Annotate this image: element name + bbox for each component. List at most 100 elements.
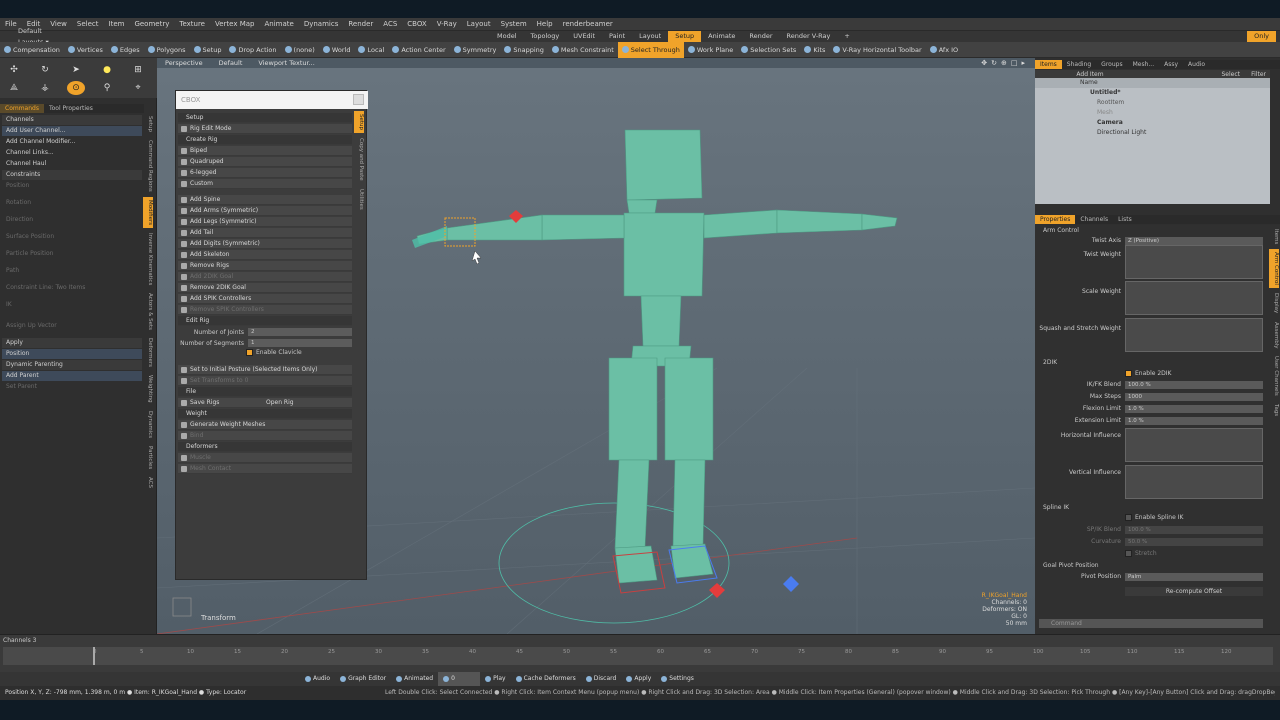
menu-render[interactable]: Render <box>343 18 378 31</box>
scene-item-light[interactable]: Directional Light <box>1035 128 1270 138</box>
menu-system[interactable]: System <box>496 18 532 31</box>
toolbar-edges[interactable]: Edges <box>107 42 144 58</box>
rotate-tool-icon[interactable]: ↻ <box>36 63 54 77</box>
item-tab-groups[interactable]: Groups <box>1096 60 1127 69</box>
menu-acs[interactable]: ACS <box>378 18 402 31</box>
cbox-remove-2dik-goal[interactable]: Remove 2DIK Goal <box>178 283 352 293</box>
transport-cache-deformers[interactable]: Cache Deformers <box>511 672 581 686</box>
left-vtab-acs[interactable]: ACS <box>143 474 153 491</box>
cbox-quadruped[interactable]: Quadruped <box>178 157 352 167</box>
toolbar-drop-action[interactable]: Drop Action <box>225 42 280 58</box>
menu-renderbeamer[interactable]: renderbeamer <box>558 18 618 31</box>
left-vtab-deformers[interactable]: Deformers <box>143 335 153 370</box>
cbox-generate-weight-meshes[interactable]: Generate Weight Meshes <box>178 420 352 430</box>
cbox-close-button[interactable] <box>353 94 364 105</box>
vertical-influence-curve[interactable] <box>1125 465 1263 499</box>
item-tab-items[interactable]: Items <box>1035 60 1062 69</box>
layout-tab-model[interactable]: Model <box>490 31 524 42</box>
command-channel-haul[interactable]: Channel Haul <box>2 159 142 169</box>
layout-tab-uvedit[interactable]: UVEdit <box>566 31 602 42</box>
3d-viewport[interactable]: Perspective Default Viewport Textur... ✥… <box>157 58 1035 634</box>
cbox-rig-edit-mode[interactable]: Rig Edit Mode <box>178 124 352 134</box>
command-ik[interactable]: IK <box>2 300 142 310</box>
command-position[interactable]: Position <box>2 181 142 191</box>
twist-axis-dropdown[interactable]: Z (Positive) <box>1125 237 1263 245</box>
command-particle-position[interactable]: Particle Position <box>2 249 142 259</box>
item-tab-mesh[interactable]: Mesh... <box>1128 60 1160 69</box>
cbox-enable-clavicle-checkbox[interactable] <box>246 349 253 356</box>
cbox-add-spine[interactable]: Add Spine <box>178 195 352 205</box>
menu-vertex-map[interactable]: Vertex Map <box>210 18 260 31</box>
menu-help[interactable]: Help <box>532 18 558 31</box>
viewport-rotate-icon[interactable]: ↻ <box>991 59 997 67</box>
menu-layout[interactable]: Layout <box>462 18 496 31</box>
left-vtab-setup[interactable]: Setup <box>143 113 153 135</box>
toolbar-setup[interactable]: Setup <box>190 42 226 58</box>
light-tool-icon[interactable]: ● <box>98 63 116 77</box>
menu-cbox[interactable]: CBOX <box>402 18 431 31</box>
command-add-user-channel[interactable]: Add User Channel... <box>2 126 142 136</box>
toolbar-symmetry[interactable]: Symmetry <box>450 42 501 58</box>
menu-dynamics[interactable]: Dynamics <box>299 18 344 31</box>
cbox-add-tail[interactable]: Add Tail <box>178 228 352 238</box>
command-add-parent[interactable]: Add Parent <box>2 371 142 381</box>
grid-tool-icon[interactable]: ⊞ <box>129 63 147 77</box>
toolbar-afx-io[interactable]: Afx IO <box>926 42 962 58</box>
layout-tab-render-v-ray[interactable]: Render V-Ray <box>780 31 838 42</box>
timeline[interactable]: Channels 3 05101520253035404550556065707… <box>0 634 1280 672</box>
toolbar-world[interactable]: World <box>319 42 355 58</box>
left-tab-commands[interactable]: Commands <box>0 104 44 113</box>
toolbar-kits[interactable]: Kits <box>800 42 829 58</box>
scene-item-rootitem[interactable]: RootItem <box>1035 98 1270 108</box>
left-vtab-inverse-kinematics[interactable]: Inverse Kinematics <box>143 230 153 288</box>
skeleton-tool-icon[interactable]: ⚶ <box>36 81 54 95</box>
command-input[interactable]: Command <box>1039 619 1263 628</box>
layout-tab-layout[interactable]: Layout <box>632 31 668 42</box>
max-steps-field[interactable]: 1000 <box>1125 393 1263 401</box>
toolbar-compensation[interactable]: Compensation <box>0 42 64 58</box>
command-constraint-line-two-items[interactable]: Constraint Line: Two Items <box>2 283 142 293</box>
right-vtab-display[interactable]: Display <box>1269 290 1279 316</box>
cbox-remove-rigs[interactable]: Remove Rigs <box>178 261 352 271</box>
cbox-vtab-utilities[interactable]: Utilities <box>354 186 364 213</box>
cbox-muscle[interactable]: Muscle <box>178 453 352 463</box>
cbox-vtab-copy-and-paste[interactable]: Copy and Paste <box>354 135 364 184</box>
cbox-save-rigs[interactable]: Save Rigs Open Rig <box>178 398 352 408</box>
cbox-mesh-contact[interactable]: Mesh Contact <box>178 464 352 474</box>
prop-tab-lists[interactable]: Lists <box>1113 215 1137 224</box>
toolbar-selection-sets[interactable]: Selection Sets <box>737 42 800 58</box>
viewport-maximize-icon[interactable]: □ <box>1011 59 1018 67</box>
cbox-add-spik-controllers[interactable]: Add SPIK Controllers <box>178 294 352 304</box>
add-item-button[interactable]: Add Item <box>1040 71 1140 78</box>
curvature-field[interactable]: 50.0 % <box>1125 538 1263 546</box>
view-type-dropdown[interactable]: Perspective <box>157 58 211 68</box>
transport-apply[interactable]: Apply <box>621 672 656 686</box>
cbox-remove-spik-controllers[interactable]: Remove SPIK Controllers <box>178 305 352 315</box>
left-vtab-dynamics[interactable]: Dynamics <box>143 408 153 441</box>
left-vtab-weighting[interactable]: Weighting <box>143 372 153 406</box>
cbox-number-of-joints-field[interactable]: 2 <box>248 328 352 336</box>
pivot-position-dropdown[interactable]: Palm <box>1125 573 1263 581</box>
right-vtab-arm-control[interactable]: Arm Control <box>1269 249 1279 289</box>
flexion-limit-field[interactable]: 1.0 % <box>1125 405 1263 413</box>
layout-tab-topology[interactable]: Topology <box>524 31 567 42</box>
left-vtab-modifiers[interactable]: Modifiers <box>143 196 153 228</box>
command-assign-up-vector[interactable]: Assign Up Vector <box>2 321 142 331</box>
right-vtab-items[interactable]: Items <box>1269 226 1279 247</box>
twist-weight-curve[interactable] <box>1125 245 1263 279</box>
menu-item[interactable]: Item <box>104 18 130 31</box>
cbox-biped[interactable]: Biped <box>178 146 352 156</box>
toolbar-local[interactable]: Local <box>354 42 388 58</box>
transport-play[interactable]: Play <box>480 672 511 686</box>
stretch-checkbox[interactable] <box>1125 550 1132 557</box>
prop-tab-properties[interactable]: Properties <box>1035 215 1076 224</box>
command-position[interactable]: Position <box>2 349 142 359</box>
item-tab-assy[interactable]: Assy <box>1159 60 1183 69</box>
left-vtab-actors-sets[interactable]: Actors & Sets <box>143 290 153 333</box>
playhead[interactable] <box>93 647 95 665</box>
left-vtab-particles[interactable]: Particles <box>143 443 153 472</box>
right-vtab-assembly[interactable]: Assembly <box>1269 319 1279 352</box>
toolbar-mesh-constraint[interactable]: Mesh Constraint <box>548 42 618 58</box>
toolbar-vertices[interactable]: Vertices <box>64 42 107 58</box>
transport-graph-editor[interactable]: Graph Editor <box>335 672 391 686</box>
